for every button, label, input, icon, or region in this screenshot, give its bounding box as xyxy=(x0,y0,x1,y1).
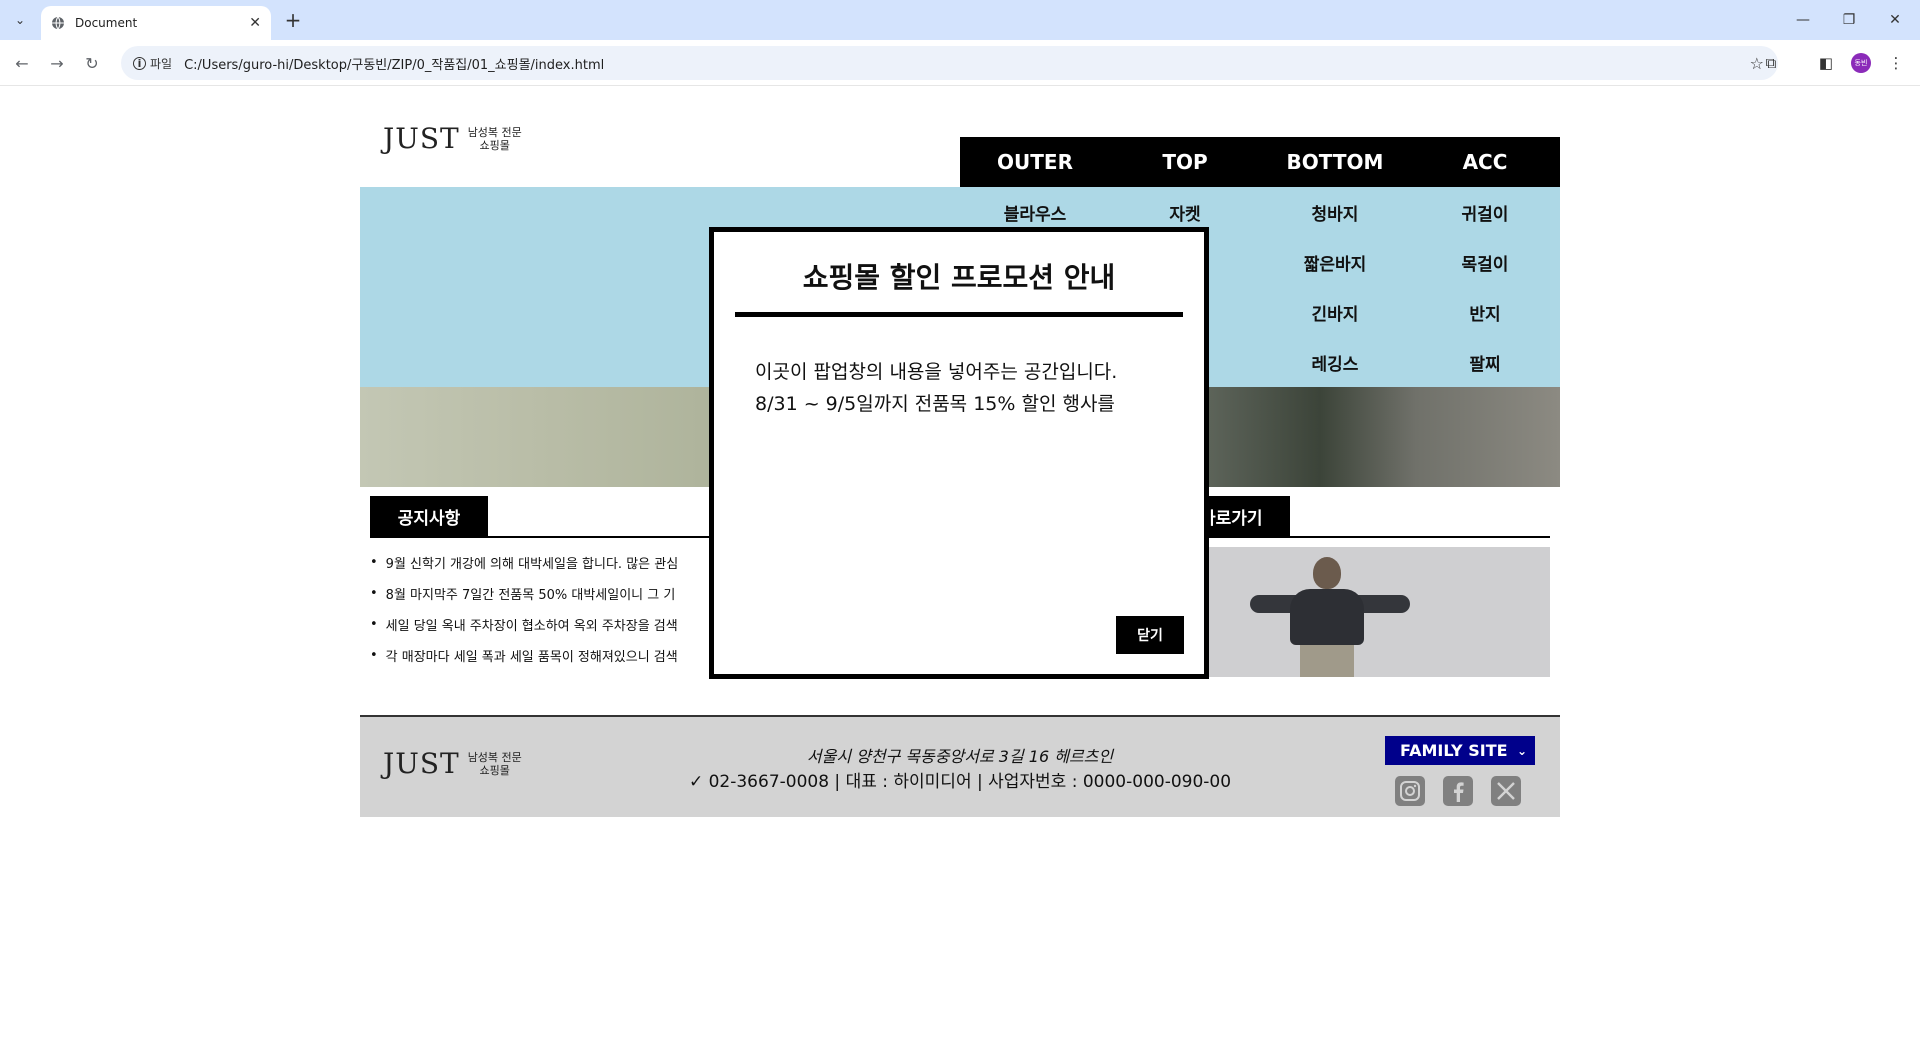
logo-sub-line1: 남성복 전문 xyxy=(467,125,522,139)
extensions-icon[interactable]: ⧉ xyxy=(1760,52,1782,74)
chevron-down-icon: ⌄ xyxy=(1516,743,1527,758)
popup-line-1: 이곳이 팝업창의 내용을 넣어주는 공간입니다. xyxy=(755,361,1118,383)
instagram-glyph xyxy=(1400,781,1420,801)
nav-acc[interactable]: ACC xyxy=(1410,137,1560,187)
popup-body: 이곳이 팝업창의 내용을 넣어주는 공간입니다. 8/31 ~ 9/5일까지 전… xyxy=(755,356,1175,420)
popup-line-2: 8/31 ~ 9/5일까지 전품목 15% 할인 행사를 xyxy=(755,393,1115,415)
address-bar[interactable]: i 파일 C:/Users/guro-hi/Desktop/구동빈/ZIP/0_… xyxy=(121,46,1778,80)
forward-icon[interactable]: → xyxy=(45,51,69,75)
logo-sub-line2: 쇼핑몰 xyxy=(479,138,510,152)
side-panel-icon[interactable]: ◧ xyxy=(1815,52,1837,74)
reload-icon[interactable]: ↻ xyxy=(80,51,104,75)
globe-icon xyxy=(52,16,64,30)
url-text[interactable]: C:/Users/guro-hi/Desktop/구동빈/ZIP/0_작품집/0… xyxy=(184,54,604,73)
minimize-icon[interactable]: — xyxy=(1780,0,1826,40)
restore-icon[interactable]: ❐ xyxy=(1826,0,1872,40)
logo-subtitle: 남성복 전문 쇼핑몰 xyxy=(468,126,522,152)
popup-divider xyxy=(735,312,1183,317)
submenu-bottom: 청바지 짧은바지 긴바지 레깅스 xyxy=(1260,187,1410,387)
nav-top[interactable]: TOP xyxy=(1110,137,1260,187)
footer-address: 서울시 양천구 목동중앙서로 3길 16 헤르츠인 xyxy=(806,747,1114,766)
main-nav: OUTER TOP BOTTOM ACC xyxy=(960,137,1560,187)
logo-word: JUST xyxy=(383,122,460,155)
site-info-icon[interactable]: i xyxy=(133,56,146,70)
submenu-item[interactable]: 레깅스 xyxy=(1260,337,1410,387)
shortcut-image[interactable] xyxy=(1190,547,1550,677)
model-head xyxy=(1313,557,1341,589)
model-body xyxy=(1290,589,1364,645)
tab-close-icon[interactable]: ✕ xyxy=(249,15,261,31)
popup-close-button[interactable]: 닫기 xyxy=(1116,616,1184,654)
profile-avatar[interactable]: 동빈 xyxy=(1851,53,1871,73)
window-close-icon[interactable]: ✕ xyxy=(1872,0,1918,40)
facebook-glyph xyxy=(1454,782,1464,802)
submenu-item[interactable]: 팔찌 xyxy=(1410,337,1560,387)
bullet-icon: • xyxy=(370,617,378,632)
bullet-icon: • xyxy=(370,648,378,663)
bullet-icon: • xyxy=(370,555,378,570)
x-glyph xyxy=(1497,782,1515,800)
submenu-item[interactable]: 목걸이 xyxy=(1410,237,1560,287)
promo-popup: 쇼핑몰 할인 프로모션 안내 이곳이 팝업창의 내용을 넣어주는 공간입니다. … xyxy=(709,227,1209,679)
notice-text: 각 매장마다 세일 폭과 세일 품목이 정해져있으니 검색 xyxy=(385,650,678,665)
nav-bottom[interactable]: BOTTOM xyxy=(1260,137,1410,187)
family-site-select[interactable]: FAMILY SITE ⌄ xyxy=(1385,736,1535,765)
submenu-item[interactable]: 귀걸이 xyxy=(1410,187,1560,237)
popup-title: 쇼핑몰 할인 프로모션 안내 xyxy=(802,261,1116,294)
submenu-item[interactable]: 긴바지 xyxy=(1260,287,1410,337)
notice-tab[interactable]: 공지사항 xyxy=(370,496,488,536)
tab-title: Document xyxy=(75,16,138,30)
submenu-item[interactable]: 청바지 xyxy=(1260,187,1410,237)
browser-tab[interactable]: Document ✕ xyxy=(41,6,271,40)
shortcut-divider xyxy=(1190,536,1550,538)
tab-search-chevron-icon[interactable]: ⌄ xyxy=(8,8,32,32)
footer: JUST 남성복 전문 쇼핑몰 서울시 양천구 목동중앙서로 3길 16 헤르츠… xyxy=(360,715,1560,817)
family-site-label: FAMILY SITE xyxy=(1400,741,1508,760)
menu-kebab-icon[interactable]: ⋮ xyxy=(1885,52,1907,74)
scheme-label: 파일 xyxy=(150,56,173,71)
submenu-item[interactable]: 짧은바지 xyxy=(1260,237,1410,287)
new-tab-icon[interactable]: + xyxy=(281,8,305,32)
x-twitter-icon[interactable] xyxy=(1491,776,1521,806)
notice-text: 9월 신학기 개강에 의해 대박세일을 합니다. 많은 관심 xyxy=(385,557,679,572)
back-icon[interactable]: ← xyxy=(10,51,34,75)
submenu-item[interactable]: 반지 xyxy=(1410,287,1560,337)
model-legs xyxy=(1300,643,1354,677)
notice-text: 8월 마지막주 7일간 전품목 50% 대박세일이니 그 기 xyxy=(385,588,676,603)
facebook-icon[interactable] xyxy=(1443,776,1473,806)
footer-company-info: ✓ 02-3667-0008 | 대표 : 하이미디어 | 사업자번호 : 00… xyxy=(688,772,1232,792)
browser-tab-bar: ⌄ Document ✕ + — ❐ ✕ xyxy=(0,0,1920,40)
header-logo[interactable]: JUST 남성복 전문 쇼핑몰 xyxy=(383,122,522,155)
bullet-icon: • xyxy=(370,586,378,601)
submenu-acc: 귀걸이 목걸이 반지 팔찌 xyxy=(1410,187,1560,387)
nav-outer[interactable]: OUTER xyxy=(960,137,1110,187)
instagram-icon[interactable] xyxy=(1395,776,1425,806)
browser-toolbar: ← → ↻ i 파일 C:/Users/guro-hi/Desktop/구동빈/… xyxy=(0,40,1920,86)
notice-text: 세일 당일 옥내 주차장이 협소하여 옥외 주차장을 검색 xyxy=(385,619,678,634)
